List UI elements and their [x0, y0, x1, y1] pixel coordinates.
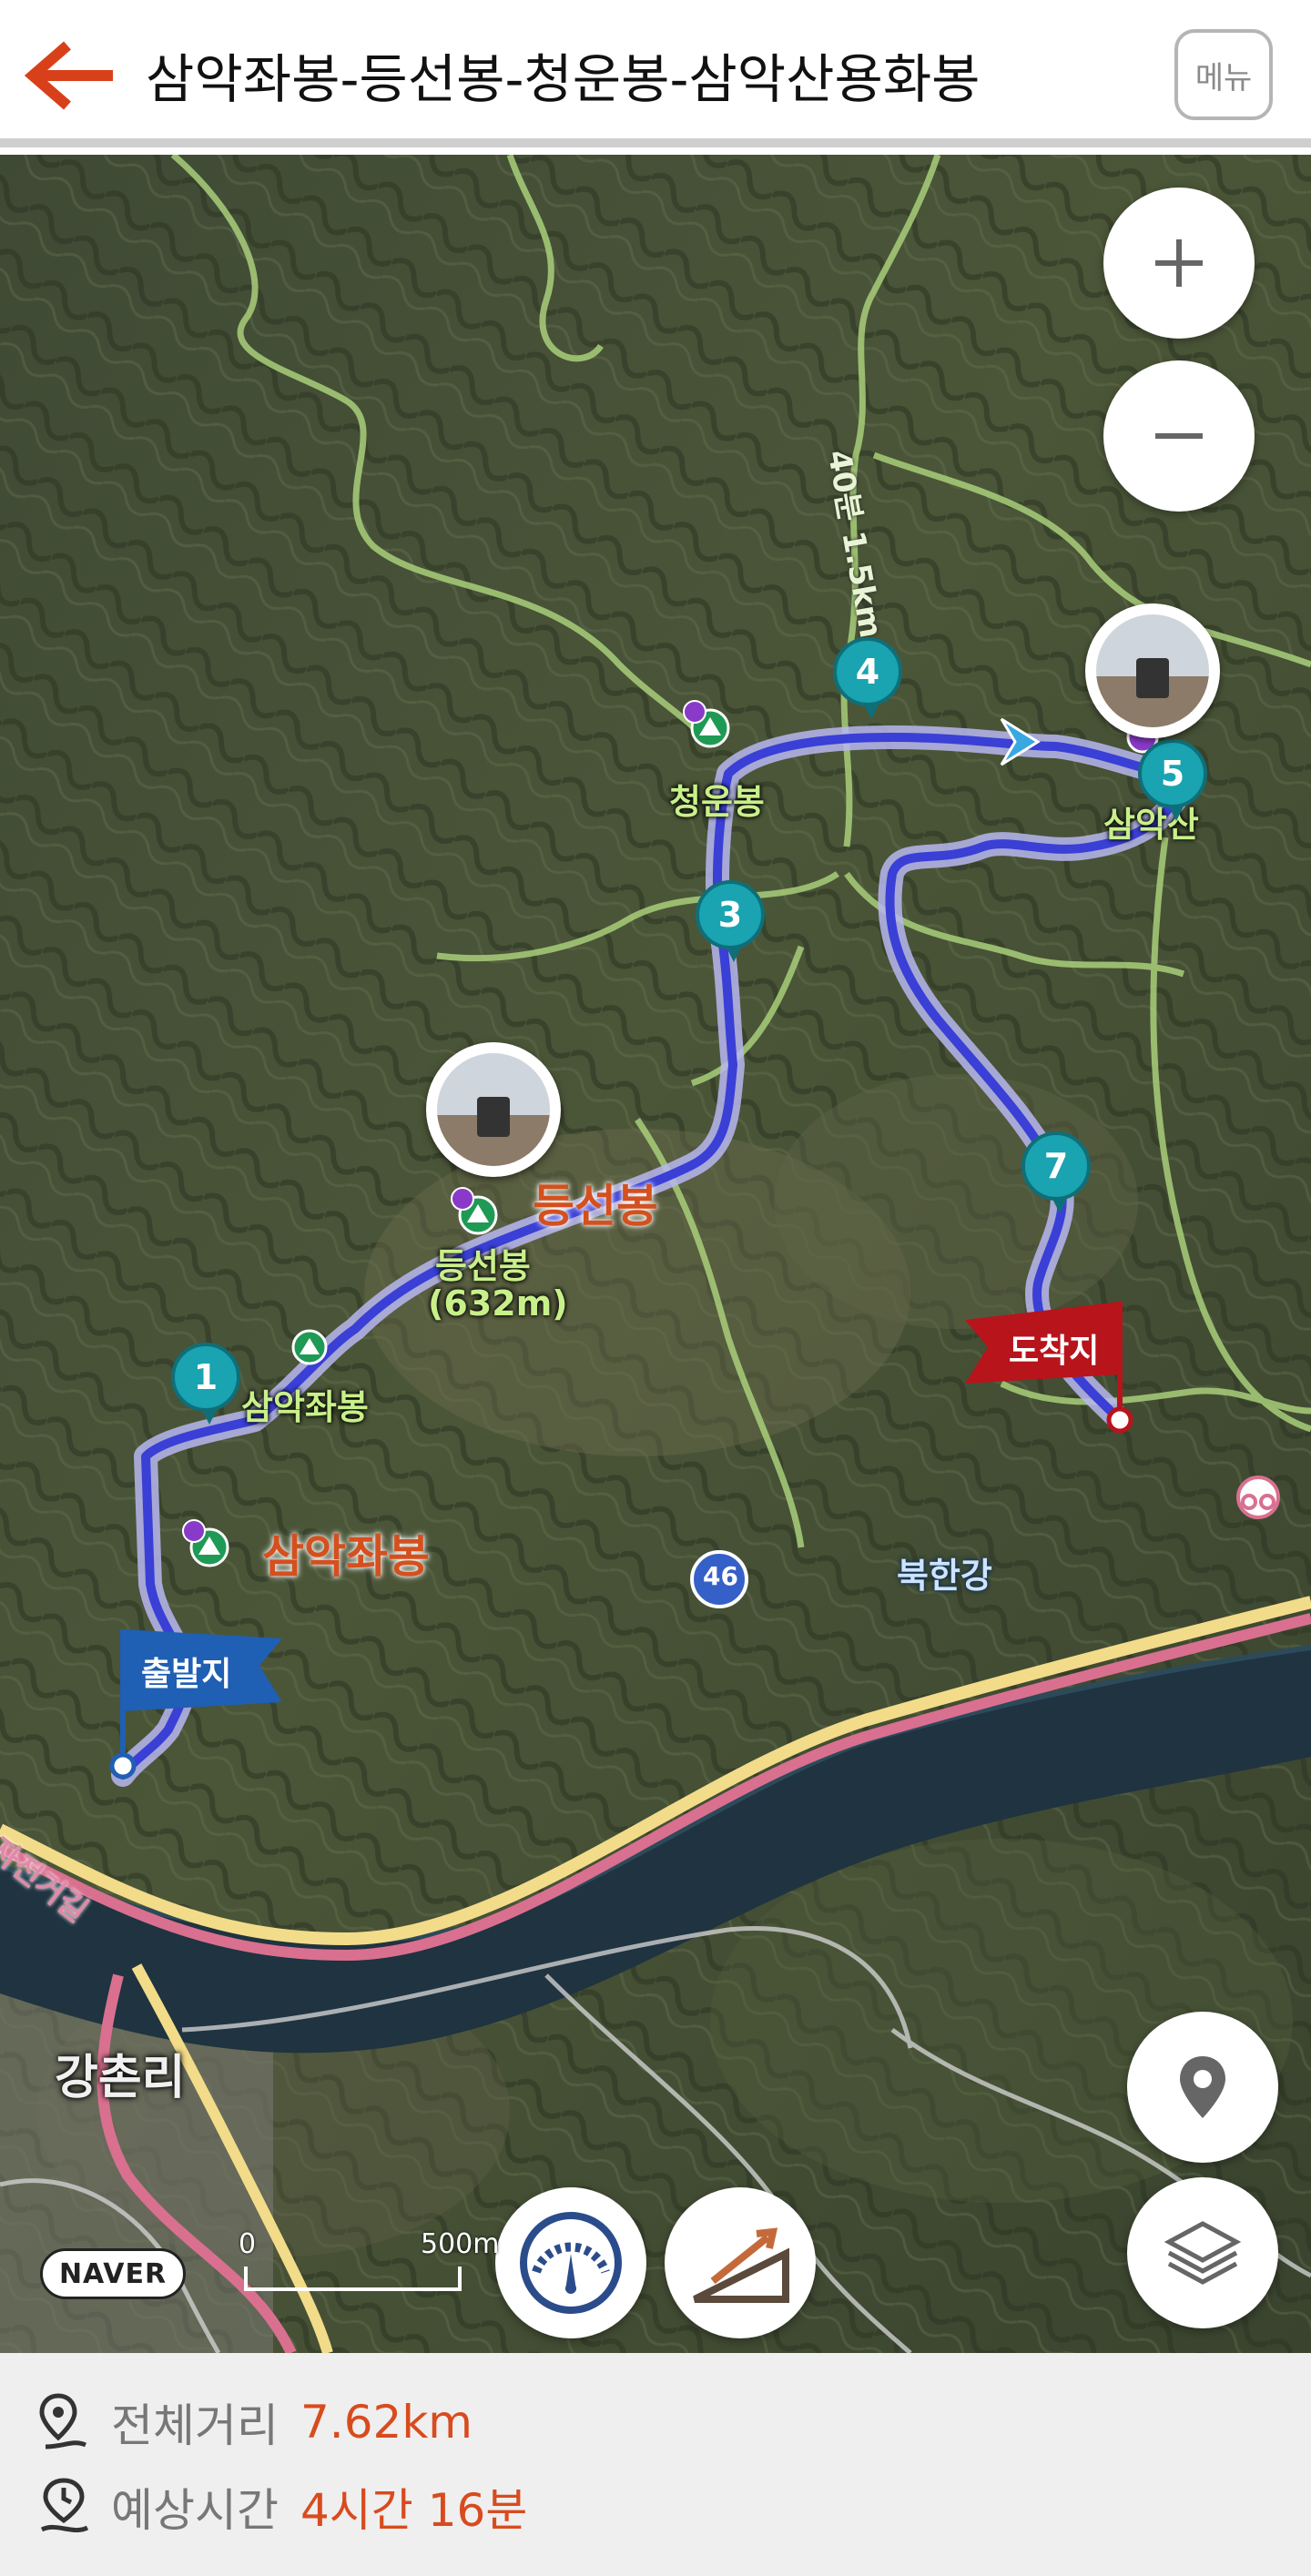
distance-row: 전체거리 7.62km [36, 2389, 473, 2455]
back-button[interactable] [22, 35, 122, 117]
menu-button[interactable]: 메뉴 [1174, 29, 1273, 120]
zoom-in-icon [1155, 239, 1203, 287]
zoom-in-button[interactable] [1103, 188, 1255, 339]
label-deungseonbong: 등선봉 [533, 1180, 658, 1232]
label-deungseonbong-elevation: (632m) [428, 1283, 568, 1323]
time-value: 4시간 16분 [300, 2484, 528, 2537]
end-flag-label: 도착지 [1009, 1333, 1100, 1370]
back-arrow-icon [24, 41, 113, 110]
label-samak-jwabong: 삼악좌봉 [262, 1530, 430, 1583]
distance-value: 7.62km [300, 2396, 473, 2449]
photo-marker-deungseonbong[interactable] [426, 1042, 561, 1177]
label-cheongunbong: 청운봉 [669, 782, 765, 822]
distance-label: 전체거리 [111, 2399, 279, 2452]
speedometer-button[interactable] [495, 2187, 646, 2338]
scale-distance: 500m [421, 2228, 500, 2260]
route-46-label: 46 [703, 1561, 738, 1591]
slope-icon [693, 2227, 789, 2303]
label-gangchonri: 강촌리 [55, 2051, 186, 2105]
page-title: 삼악좌봉-등선봉-청운봉-삼악산용화봉 [146, 48, 981, 110]
bicycle-icon [1236, 1476, 1280, 1519]
app-header: 삼악좌봉-등선봉-청운봉-삼악산용화봉 메뉴 [0, 0, 1311, 147]
route-distance-icon [39, 2393, 86, 2449]
my-location-button[interactable] [1127, 2012, 1278, 2163]
estimated-time-icon [40, 2478, 89, 2533]
layers-icon [1164, 2221, 1242, 2285]
speedometer-icon [520, 2212, 622, 2314]
start-flag-label: 출발지 [141, 1656, 232, 1693]
naver-logo: NAVER [40, 2248, 186, 2299]
slope-button[interactable] [665, 2187, 816, 2338]
map-view[interactable]: 삼악좌봉 삼악좌봉 등선봉 등선봉 (632m) 청운봉 삼악산 북한강 강촌리… [0, 155, 1311, 2353]
label-deungseonbong-peak: 등선봉 [435, 1246, 531, 1286]
waypoint-5[interactable]: 5 [1138, 739, 1207, 821]
zoom-out-button[interactable] [1103, 360, 1255, 512]
map-layers-button[interactable] [1127, 2177, 1278, 2328]
zoom-out-icon [1155, 433, 1203, 439]
scale-zero: 0 [239, 2228, 257, 2260]
time-row: 예상시간 4시간 16분 [36, 2474, 527, 2540]
label-samak-jwabong-peak: 삼악좌봉 [241, 1387, 369, 1427]
waypoint-4[interactable]: 4 [833, 637, 902, 719]
photo-marker-samaksan[interactable] [1085, 603, 1220, 738]
location-pin-icon [1180, 2056, 1225, 2118]
waypoint-7[interactable]: 7 [1021, 1131, 1091, 1213]
time-label: 예상시간 [111, 2484, 279, 2537]
route-summary: 전체거리 7.62km 예상시간 4시간 16분 [0, 2353, 1311, 2576]
label-bukhangang: 북한강 [897, 1556, 992, 1596]
waypoint-1[interactable]: 1 [171, 1343, 240, 1425]
waypoint-3[interactable]: 3 [696, 880, 765, 962]
satellite-map [0, 155, 1311, 2353]
